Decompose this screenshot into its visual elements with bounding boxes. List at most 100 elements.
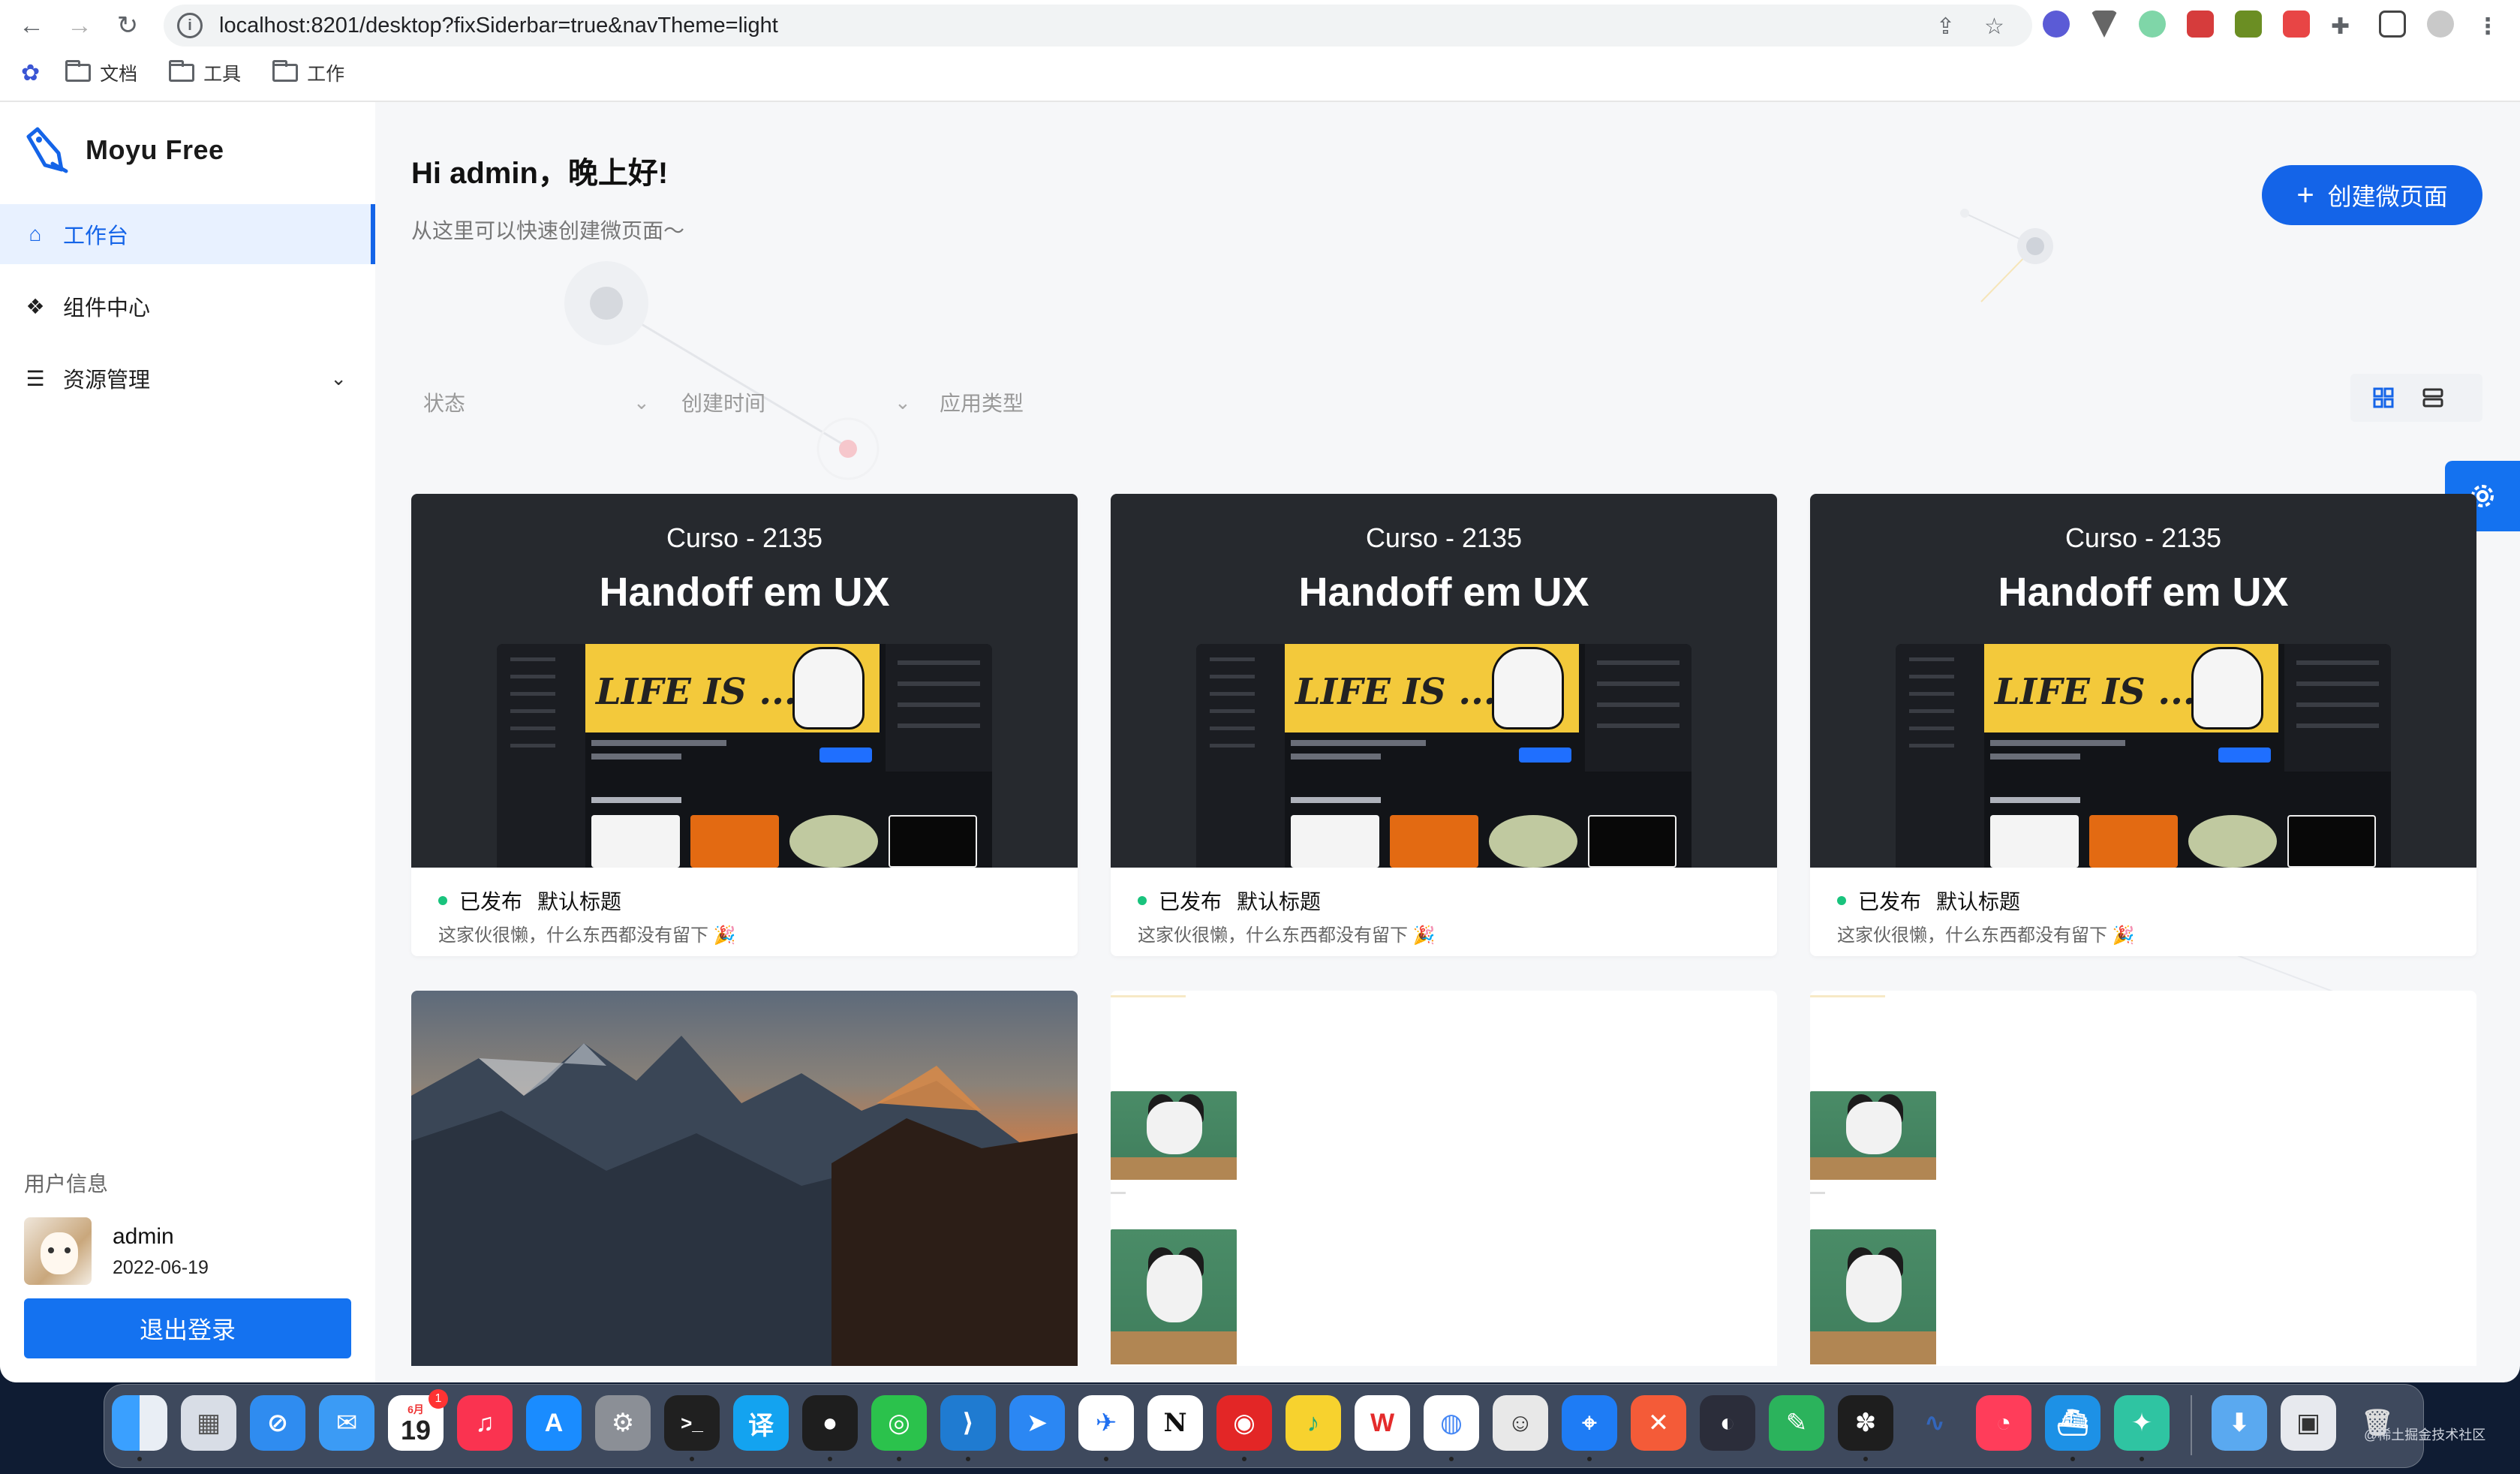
- back-button[interactable]: ←: [15, 9, 48, 42]
- published-dot-icon: [1837, 896, 1846, 905]
- wps-icon[interactable]: W: [1355, 1395, 1410, 1451]
- page-card[interactable]: Curso - 2135 Handoff em UX LIFE IS ... 已…: [1810, 494, 2476, 956]
- sidepanel-icon[interactable]: [2379, 11, 2406, 38]
- watermark: @稀土掘金技术社区: [2364, 1427, 2486, 1442]
- vscode-icon[interactable]: ⟩: [940, 1395, 996, 1451]
- page-title: Hi admin，晚上好!: [411, 157, 669, 190]
- sidebar-item-resources[interactable]: ☰ 资源管理 ⌄: [0, 348, 375, 408]
- page-card[interactable]: Curso - 2135 Handoff em UX LIFE IS ... 已…: [1111, 494, 1777, 956]
- page-subtitle: 从这里可以快速创建微页面～: [411, 219, 685, 242]
- page-card[interactable]: Curso - 2135 Handoff em UX LIFE IS ... 已…: [411, 494, 1078, 956]
- forward-button[interactable]: →: [63, 9, 96, 42]
- safari-icon[interactable]: ⊘: [250, 1395, 305, 1451]
- status-badge: 已发布 默认标题: [438, 886, 621, 916]
- obs-icon[interactable]: ◐: [1700, 1395, 1755, 1451]
- baidu-icon[interactable]: ✿: [21, 60, 40, 86]
- browser-toolbar: ← → ↻ i localhost:8201/desktop?fixSiderb…: [0, 0, 2520, 102]
- user-card: admin 2022-06-19: [24, 1217, 354, 1285]
- xmind-icon[interactable]: ✕: [1631, 1395, 1686, 1451]
- card-cover: Curso - 2135 Handoff em UX LIFE IS ...: [411, 494, 1078, 868]
- feishu-icon[interactable]: ➤: [1009, 1395, 1065, 1451]
- page-card[interactable]: [1111, 991, 1777, 1366]
- site-info-icon[interactable]: i: [177, 13, 203, 38]
- cat-image: [1111, 1229, 1237, 1364]
- list-view-icon[interactable]: [2416, 381, 2449, 414]
- lark-mail-icon[interactable]: ✈: [1078, 1395, 1134, 1451]
- app-type-filter[interactable]: 应用类型: [940, 380, 1165, 425]
- bookmark-folder[interactable]: 工作: [272, 59, 344, 86]
- components-icon: ❖: [26, 294, 45, 318]
- notion-icon[interactable]: N: [1147, 1395, 1203, 1451]
- create-page-button[interactable]: + 创建微页面: [2262, 165, 2482, 225]
- music-player-icon[interactable]: ♪: [1286, 1395, 1341, 1451]
- card-info: 已发布 默认标题 这家伙很懒，什么东西都没有留下 🎉: [1810, 868, 2476, 956]
- card-title: 默认标题: [537, 890, 622, 913]
- sidebar-item-workbench[interactable]: ⌂ 工作台: [0, 204, 375, 264]
- address-bar[interactable]: i localhost:8201/desktop?fixSiderbar=tru…: [164, 5, 2032, 47]
- qq-icon[interactable]: ●: [802, 1395, 858, 1451]
- downloads-folder-icon[interactable]: ⬇: [2212, 1395, 2267, 1451]
- main-content: Hi admin，晚上好! 从这里可以快速创建微页面～ + 创建微页面 状态 ⌄…: [375, 102, 2520, 1382]
- terminal-icon[interactable]: >_: [664, 1395, 720, 1451]
- puzzle-icon[interactable]: ✚: [2331, 14, 2350, 40]
- translate-icon[interactable]: 译: [733, 1395, 789, 1451]
- fish-logo-icon: [26, 127, 68, 173]
- extension-icon[interactable]: [2187, 11, 2214, 38]
- card-description: 这家伙很懒，什么东西都没有留下 🎉: [1837, 925, 2135, 946]
- logout-button[interactable]: 退出登录: [24, 1298, 351, 1358]
- calendar-badge: 1: [429, 1389, 448, 1409]
- cat-image: [1810, 1229, 1936, 1364]
- screenshot-folder-icon[interactable]: ▣: [2281, 1395, 2336, 1451]
- docker-icon[interactable]: ⛴: [2045, 1395, 2101, 1451]
- wechat-icon[interactable]: ◎: [871, 1395, 927, 1451]
- extension-icon[interactable]: [2283, 11, 2310, 38]
- chat-icon[interactable]: ☺: [1493, 1395, 1548, 1451]
- chrome-icon[interactable]: ◍: [1424, 1395, 1479, 1451]
- user-info-label: 用户信息: [24, 1172, 109, 1196]
- card-description: 这家伙很懒，什么东西都没有留下 🎉: [1138, 925, 1436, 946]
- page-card[interactable]: [1810, 991, 2476, 1366]
- cat-image: [1111, 1091, 1237, 1180]
- netease-music-icon[interactable]: ◉: [1216, 1395, 1272, 1451]
- sidebar-item-components[interactable]: ❖ 组件中心: [0, 276, 375, 336]
- extension-icon[interactable]: [2043, 11, 2070, 38]
- folder-icon: [272, 60, 299, 82]
- published-dot-icon: [438, 896, 447, 905]
- share-icon[interactable]: ⇪: [1936, 14, 1955, 40]
- created-time-filter[interactable]: 创建时间 ⌄: [681, 380, 914, 425]
- status-filter[interactable]: 状态 ⌄: [423, 380, 650, 425]
- page-card[interactable]: [411, 991, 1078, 1366]
- more-menu-icon[interactable]: ⋮: [2476, 14, 2499, 40]
- grid-view-icon[interactable]: [2367, 381, 2400, 414]
- bookmark-folder[interactable]: 文档: [65, 59, 137, 86]
- figma-icon[interactable]: ✽: [1838, 1395, 1893, 1451]
- extension-icon[interactable]: [2235, 11, 2262, 38]
- avatar[interactable]: [24, 1217, 92, 1285]
- card-title: 默认标题: [1237, 890, 1322, 913]
- finder-icon[interactable]: [112, 1395, 167, 1451]
- launchpad-icon[interactable]: ▦: [181, 1395, 236, 1451]
- arc-icon[interactable]: ∿: [1907, 1395, 1962, 1451]
- sidebar-item-label: 资源管理: [63, 368, 151, 393]
- url-text[interactable]: localhost:8201/desktop?fixSiderbar=true&…: [219, 14, 778, 38]
- user-meta: admin 2022-06-19: [113, 1224, 209, 1279]
- system-preferences-icon[interactable]: ⚙: [595, 1395, 651, 1451]
- card-cover: Curso - 2135 Handoff em UX LIFE IS ...: [1810, 494, 2476, 868]
- music-icon[interactable]: ♫: [457, 1395, 513, 1451]
- mountain-cover-image: [411, 991, 1078, 1366]
- profile-avatar-icon[interactable]: [2427, 11, 2454, 38]
- reload-button[interactable]: ↻: [111, 9, 144, 42]
- mindnode-icon[interactable]: ✦: [2114, 1395, 2170, 1451]
- vue-devtools-icon[interactable]: [2091, 11, 2118, 38]
- app-store-icon[interactable]: A: [526, 1395, 582, 1451]
- location-icon[interactable]: ⌖: [1562, 1395, 1617, 1451]
- mail-icon[interactable]: ✉: [319, 1395, 374, 1451]
- app-icon[interactable]: ◔: [1976, 1395, 2031, 1451]
- card-cover: Curso - 2135 Handoff em UX LIFE IS ...: [1111, 494, 1777, 868]
- bookmark-folder[interactable]: 工具: [169, 59, 241, 86]
- brand[interactable]: Moyu Free: [23, 126, 224, 174]
- evernote-icon[interactable]: ✎: [1769, 1395, 1824, 1451]
- bookmark-star-icon[interactable]: ☆: [1984, 14, 2004, 40]
- card-description: 这家伙很懒，什么东西都没有留下 🎉: [438, 925, 736, 946]
- extension-icon[interactable]: [2139, 11, 2166, 38]
